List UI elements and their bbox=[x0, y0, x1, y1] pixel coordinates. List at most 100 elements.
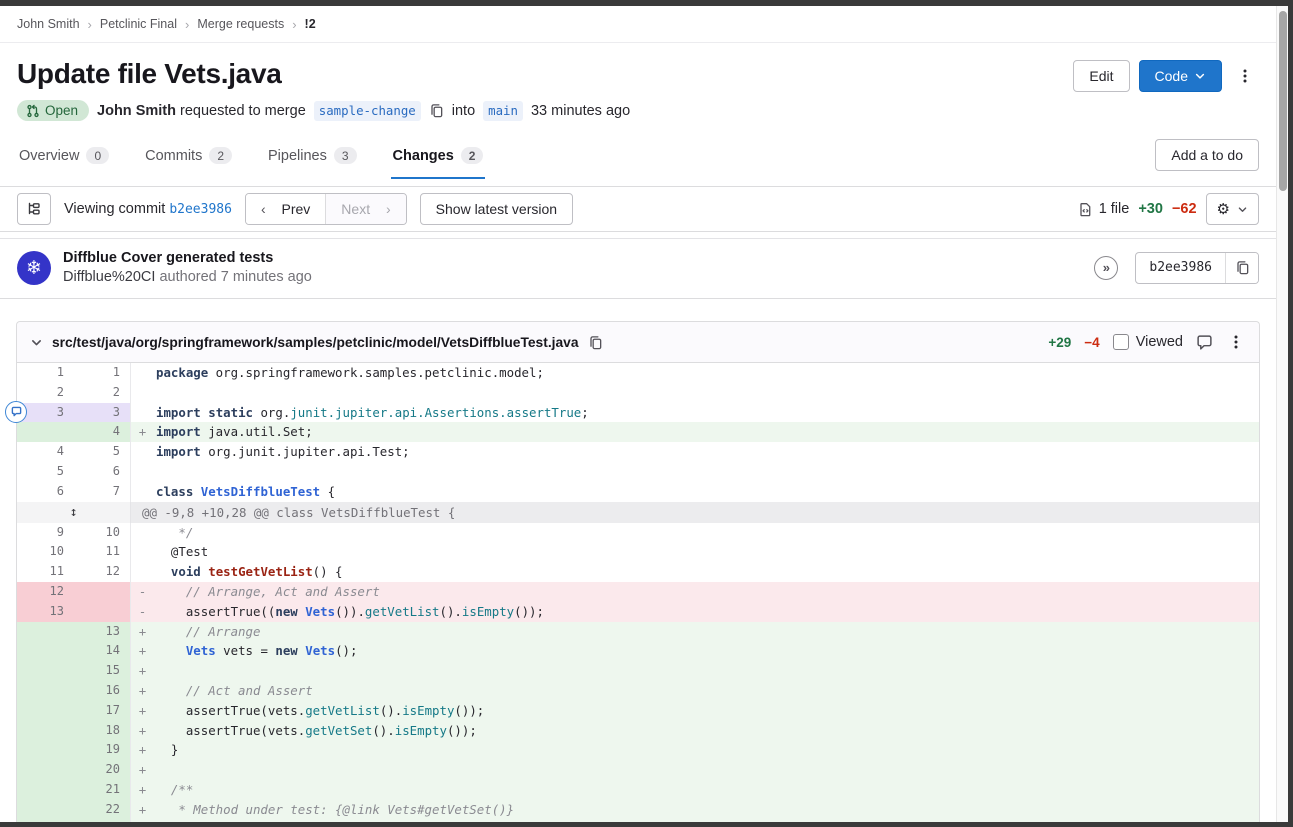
kebab-menu-button[interactable] bbox=[1231, 60, 1259, 92]
next-commit-jump-button[interactable]: » bbox=[1094, 256, 1118, 280]
new-line-number[interactable]: 19 bbox=[74, 740, 131, 760]
diff-line-row: 67class VetsDiffblueTest { bbox=[17, 482, 1259, 502]
new-line-number[interactable]: 5 bbox=[74, 442, 131, 462]
edit-button[interactable]: Edit bbox=[1073, 60, 1129, 92]
old-line-number[interactable] bbox=[17, 760, 74, 780]
old-line-number[interactable]: 11 bbox=[17, 562, 74, 582]
file-browser-toggle-button[interactable] bbox=[17, 193, 51, 225]
source-branch-chip[interactable]: sample-change bbox=[314, 101, 421, 121]
new-line-number[interactable]: 22 bbox=[74, 800, 131, 820]
mr-tabs: Overview0 Commits2 Pipelines3 Changes2 bbox=[17, 139, 485, 179]
commit-title: Diffblue Cover generated tests bbox=[63, 250, 312, 266]
window-frame: John Smith›Petclinic Final›Merge request… bbox=[0, 0, 1293, 827]
copy-commit-sha-button[interactable] bbox=[1225, 253, 1258, 283]
new-line-number[interactable]: 20 bbox=[74, 760, 131, 780]
diff-marker: + bbox=[131, 641, 154, 661]
chevron-down-icon[interactable] bbox=[30, 336, 43, 349]
new-line-number[interactable]: 16 bbox=[74, 681, 131, 701]
new-line-number[interactable]: 2 bbox=[74, 383, 131, 403]
diff-marker: + bbox=[131, 622, 154, 642]
scrollbar-thumb[interactable] bbox=[1279, 11, 1287, 191]
tab-pipelines[interactable]: Pipelines3 bbox=[266, 139, 359, 179]
tab-overview[interactable]: Overview0 bbox=[17, 139, 111, 179]
breadcrumb-item[interactable]: !2 bbox=[305, 17, 316, 31]
new-line-number[interactable]: 4 bbox=[74, 422, 131, 442]
old-line-number[interactable]: 2 bbox=[17, 383, 74, 403]
snowflake-icon: ❄ bbox=[26, 257, 42, 279]
new-line-number[interactable]: 23 bbox=[74, 820, 131, 822]
expand-lines-button[interactable]: ↕ bbox=[17, 502, 131, 523]
new-line-number[interactable]: 14 bbox=[74, 641, 131, 661]
commit-banner: ❄ Diffblue Cover generated tests Diffblu… bbox=[0, 238, 1276, 299]
chevron-down-icon bbox=[1237, 204, 1248, 215]
copy-icon bbox=[1235, 260, 1250, 275]
new-line-number[interactable]: 1 bbox=[74, 363, 131, 383]
new-line-number[interactable]: 17 bbox=[74, 701, 131, 721]
viewed-commit-sha-link[interactable]: b2ee3986 bbox=[169, 202, 232, 217]
new-line-number[interactable]: 13 bbox=[74, 622, 131, 642]
target-branch-chip[interactable]: main bbox=[483, 101, 523, 121]
breadcrumb-item[interactable]: Petclinic Final bbox=[100, 17, 177, 31]
diff-marker: + bbox=[131, 681, 154, 701]
status-badge: Open bbox=[17, 100, 89, 121]
file-path[interactable]: src/test/java/org/springframework/sample… bbox=[52, 335, 579, 350]
viewed-toggle[interactable]: Viewed bbox=[1113, 334, 1183, 350]
copy-branch-button[interactable] bbox=[429, 103, 444, 118]
copy-icon bbox=[588, 335, 603, 350]
old-line-number[interactable] bbox=[17, 800, 74, 820]
old-line-number[interactable] bbox=[17, 740, 74, 760]
prev-commit-button[interactable]: ‹ Prev bbox=[246, 194, 325, 224]
code-line: // Act and Assert bbox=[154, 681, 1259, 701]
old-line-number[interactable]: 5 bbox=[17, 462, 74, 482]
old-line-number[interactable] bbox=[17, 622, 74, 642]
viewed-checkbox[interactable] bbox=[1113, 334, 1129, 350]
tab-commits[interactable]: Commits2 bbox=[143, 139, 234, 179]
add-todo-button[interactable]: Add a to do bbox=[1155, 139, 1259, 171]
breadcrumb-item[interactable]: Merge requests bbox=[197, 17, 284, 31]
new-line-number[interactable]: 10 bbox=[74, 523, 131, 543]
old-line-number[interactable] bbox=[17, 780, 74, 800]
old-line-number[interactable]: 13 bbox=[17, 602, 74, 622]
breadcrumb-item[interactable]: John Smith bbox=[17, 17, 80, 31]
code-line: package org.springframework.samples.petc… bbox=[154, 363, 1259, 383]
show-latest-version-button[interactable]: Show latest version bbox=[420, 193, 573, 225]
new-line-number[interactable]: 15 bbox=[74, 661, 131, 681]
diff-line-row: 1011 @Test bbox=[17, 542, 1259, 562]
old-line-number[interactable] bbox=[17, 661, 74, 681]
tab-changes[interactable]: Changes2 bbox=[391, 139, 486, 179]
diff-settings-button[interactable]: ⚙ bbox=[1206, 193, 1259, 225]
copy-file-path-button[interactable] bbox=[588, 335, 603, 350]
diff-file-header: src/test/java/org/springframework/sample… bbox=[17, 322, 1259, 363]
old-line-number[interactable] bbox=[17, 681, 74, 701]
old-line-number[interactable]: 4 bbox=[17, 442, 74, 462]
old-line-number[interactable]: 6 bbox=[17, 482, 74, 502]
new-line-number[interactable]: 21 bbox=[74, 780, 131, 800]
new-line-number[interactable]: 3 bbox=[74, 403, 131, 423]
new-line-number[interactable]: 7 bbox=[74, 482, 131, 502]
next-commit-button[interactable]: Next › bbox=[325, 194, 405, 224]
old-line-number[interactable]: 1 bbox=[17, 363, 74, 383]
mr-created-time: 33 minutes ago bbox=[531, 103, 630, 119]
new-line-number[interactable] bbox=[74, 582, 131, 602]
total-additions: +30 bbox=[1138, 201, 1163, 217]
old-line-number[interactable] bbox=[17, 422, 74, 442]
old-line-number[interactable]: 12 bbox=[17, 582, 74, 602]
old-line-number[interactable]: 9 bbox=[17, 523, 74, 543]
new-line-number[interactable] bbox=[74, 602, 131, 622]
diff-marker bbox=[131, 442, 154, 462]
page-scrollbar[interactable] bbox=[1276, 6, 1288, 822]
new-line-number[interactable]: 12 bbox=[74, 562, 131, 582]
breadcrumb-separator: › bbox=[88, 17, 92, 32]
new-line-number[interactable]: 6 bbox=[74, 462, 131, 482]
old-line-number[interactable]: 10 bbox=[17, 542, 74, 562]
old-line-number[interactable] bbox=[17, 641, 74, 661]
old-line-number[interactable] bbox=[17, 820, 74, 822]
code-button[interactable]: Code bbox=[1139, 60, 1222, 92]
file-options-button[interactable] bbox=[1226, 326, 1246, 358]
old-line-number[interactable] bbox=[17, 721, 74, 741]
file-comment-button[interactable] bbox=[1196, 334, 1213, 351]
comment-indicator-icon[interactable] bbox=[5, 401, 27, 423]
new-line-number[interactable]: 11 bbox=[74, 542, 131, 562]
new-line-number[interactable]: 18 bbox=[74, 721, 131, 741]
old-line-number[interactable] bbox=[17, 701, 74, 721]
